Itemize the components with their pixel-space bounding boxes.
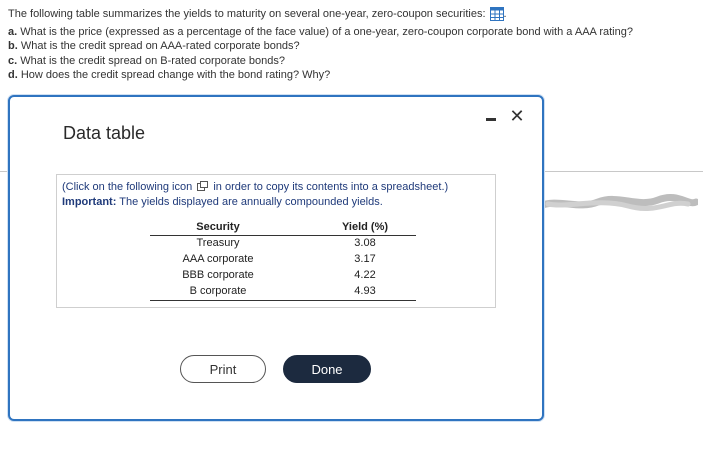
important-text: The yields displayed are annually compou… <box>119 195 383 208</box>
question-d: d. How does the credit spread change wit… <box>8 68 633 83</box>
security-cell: Treasury <box>196 237 240 249</box>
redaction-scribble <box>538 194 698 212</box>
gap-cell <box>286 252 314 268</box>
question-b-text: What is the credit spread on AAA-rated c… <box>20 40 300 52</box>
copy-note-prefix: (Click on the following icon <box>62 181 193 193</box>
done-button[interactable]: Done <box>283 355 371 383</box>
important-note: Important: The yields displayed are annu… <box>62 195 448 210</box>
copy-note-suffix: in order to copy its contents into a spr… <box>213 181 449 193</box>
table-row: Treasury 3.08 <box>150 236 416 253</box>
close-icon[interactable]: ✕ <box>508 107 526 125</box>
security-cell: AAA corporate <box>182 253 254 265</box>
spreadsheet-icon[interactable] <box>489 7 504 22</box>
data-table-panel: (Click on the following icon in order to… <box>56 174 496 308</box>
copy-instructions: (Click on the following icon in order to… <box>62 180 448 195</box>
question-c-text: What is the credit spread on B-rated cor… <box>20 54 286 67</box>
gap-cell <box>286 284 314 301</box>
important-label: Important: <box>62 195 117 208</box>
yield-cell: 4.22 <box>354 269 376 281</box>
question-intro-line: The following table summarizes the yield… <box>8 7 633 22</box>
question-d-text: How does the credit spread change with t… <box>20 69 331 81</box>
table-row: AAA corporate 3.17 <box>150 252 416 268</box>
copy-icon[interactable] <box>197 181 209 191</box>
minimize-icon[interactable] <box>486 111 498 123</box>
question-a-text: What is the price (expressed as a percen… <box>20 25 633 38</box>
gap-cell <box>286 236 314 253</box>
question-a: a. What is the price (expressed as a per… <box>8 25 633 40</box>
data-table-dialog: Data table ✕ (Click on the following ico… <box>8 95 544 421</box>
print-button[interactable]: Print <box>180 355 266 383</box>
column-gap <box>286 220 314 236</box>
security-cell: B corporate <box>150 284 286 301</box>
yield-cell: 3.17 <box>354 253 376 265</box>
question-c: c. What is the credit spread on B-rated … <box>8 54 633 69</box>
yield-cell: 4.93 <box>314 284 416 301</box>
table-header-row: Security Yield (%) <box>150 220 416 236</box>
question-c-label: c. <box>8 54 18 67</box>
copy-note: (Click on the following icon in order to… <box>62 180 448 209</box>
table-row: BBB corporate 4.22 <box>150 268 416 284</box>
dialog-title: Data table <box>63 123 146 143</box>
question-d-label: d. <box>8 69 18 81</box>
question-intro: The following table summarizes the yield… <box>8 8 486 20</box>
yields-table: Security Yield (%) Treasury 3.08 AAA cor… <box>150 220 416 301</box>
column-header-security: Security <box>150 220 286 236</box>
gap-cell <box>286 268 314 284</box>
column-header-yield: Yield (%) <box>314 220 416 236</box>
question-b-label: b. <box>8 40 18 52</box>
question-intro-period: . <box>503 8 507 20</box>
yield-cell: 3.08 <box>354 237 376 249</box>
question-b: b. What is the credit spread on AAA-rate… <box>8 39 633 54</box>
question-text: The following table summarizes the yield… <box>8 7 633 83</box>
security-cell: BBB corporate <box>182 269 254 281</box>
question-a-label: a. <box>8 25 18 38</box>
table-row: B corporate 4.93 <box>150 284 416 301</box>
